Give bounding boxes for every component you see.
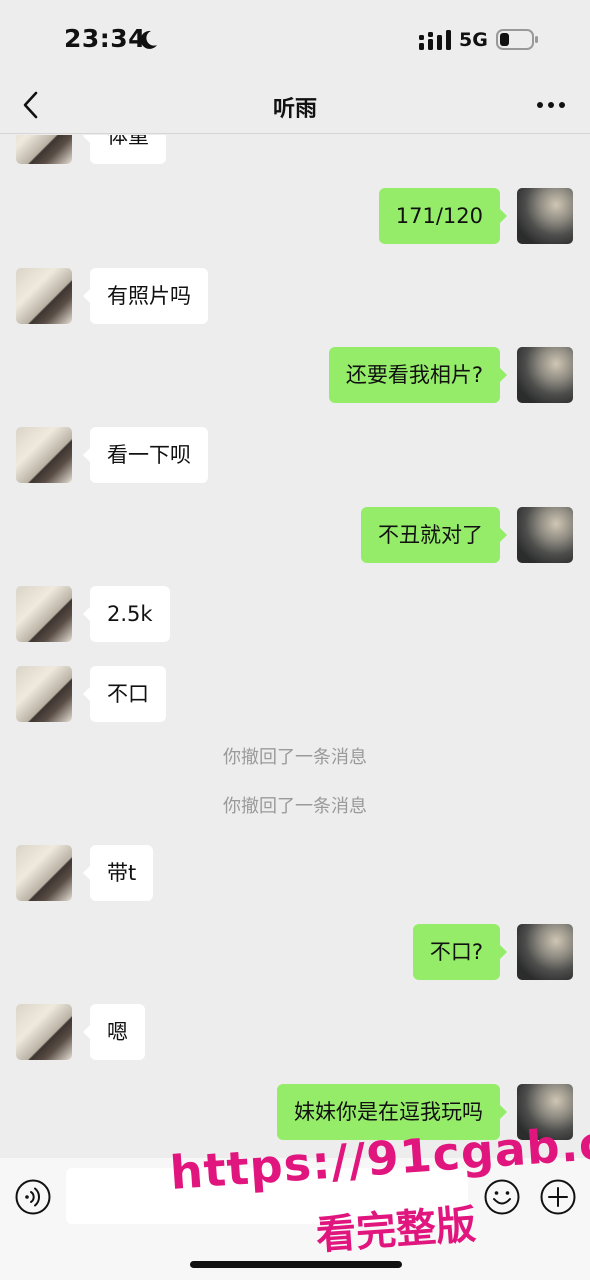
more-icon[interactable] xyxy=(536,100,566,110)
contact-avatar[interactable] xyxy=(16,135,72,164)
contact-avatar[interactable] xyxy=(16,666,72,722)
contact-avatar[interactable] xyxy=(16,586,72,642)
message-bubble-incoming[interactable]: 有照片吗 xyxy=(83,268,208,324)
status-time: 23:34 xyxy=(64,24,147,53)
contact-avatar[interactable] xyxy=(16,1004,72,1060)
message-bubble-outgoing[interactable]: 不口? xyxy=(412,924,508,980)
contact-avatar[interactable] xyxy=(16,845,72,901)
chat-area[interactable]: 体重 171/120 有照片吗 还要看我相片? 看一下呗 不丑就对了 2.5k … xyxy=(0,135,590,1158)
my-avatar[interactable] xyxy=(517,507,573,563)
message-bubble-outgoing[interactable]: 171/120 xyxy=(378,188,508,244)
nav-bar: 听雨 xyxy=(0,80,590,134)
message-bubble-incoming[interactable]: 不口 xyxy=(83,666,166,722)
message-bubble-incoming[interactable]: 2.5k xyxy=(83,586,170,642)
moon-icon xyxy=(140,30,157,49)
contact-avatar[interactable] xyxy=(16,268,72,324)
my-avatar[interactable] xyxy=(517,924,573,980)
message-bubble-outgoing[interactable]: 不丑就对了 xyxy=(361,507,507,563)
emoji-icon[interactable] xyxy=(484,1179,520,1215)
my-avatar[interactable] xyxy=(517,347,573,403)
home-indicator[interactable] xyxy=(190,1261,402,1268)
message-bubble-incoming[interactable]: 带t xyxy=(82,845,154,901)
message-bubble-incoming[interactable]: 体重 xyxy=(83,135,166,164)
watermark-caption: 看完整版 xyxy=(314,1201,478,1260)
status-bar: 23:34 5G xyxy=(0,0,590,80)
voice-icon[interactable] xyxy=(15,1179,51,1215)
message-bubble-incoming[interactable]: 嗯 xyxy=(83,1004,145,1060)
system-message: 你撤回了一条消息 xyxy=(223,747,367,768)
my-avatar[interactable] xyxy=(517,188,573,244)
signal-icon xyxy=(419,30,451,50)
message-bubble-outgoing[interactable]: 还要看我相片? xyxy=(328,347,508,403)
battery-icon xyxy=(496,29,538,50)
message-bubble-incoming[interactable]: 看一下呗 xyxy=(83,427,208,483)
network-type: 5G xyxy=(459,29,488,51)
chat-title: 听雨 xyxy=(272,97,317,122)
system-message: 你撤回了一条消息 xyxy=(223,796,367,817)
plus-icon[interactable] xyxy=(540,1179,576,1215)
contact-avatar[interactable] xyxy=(16,427,72,483)
